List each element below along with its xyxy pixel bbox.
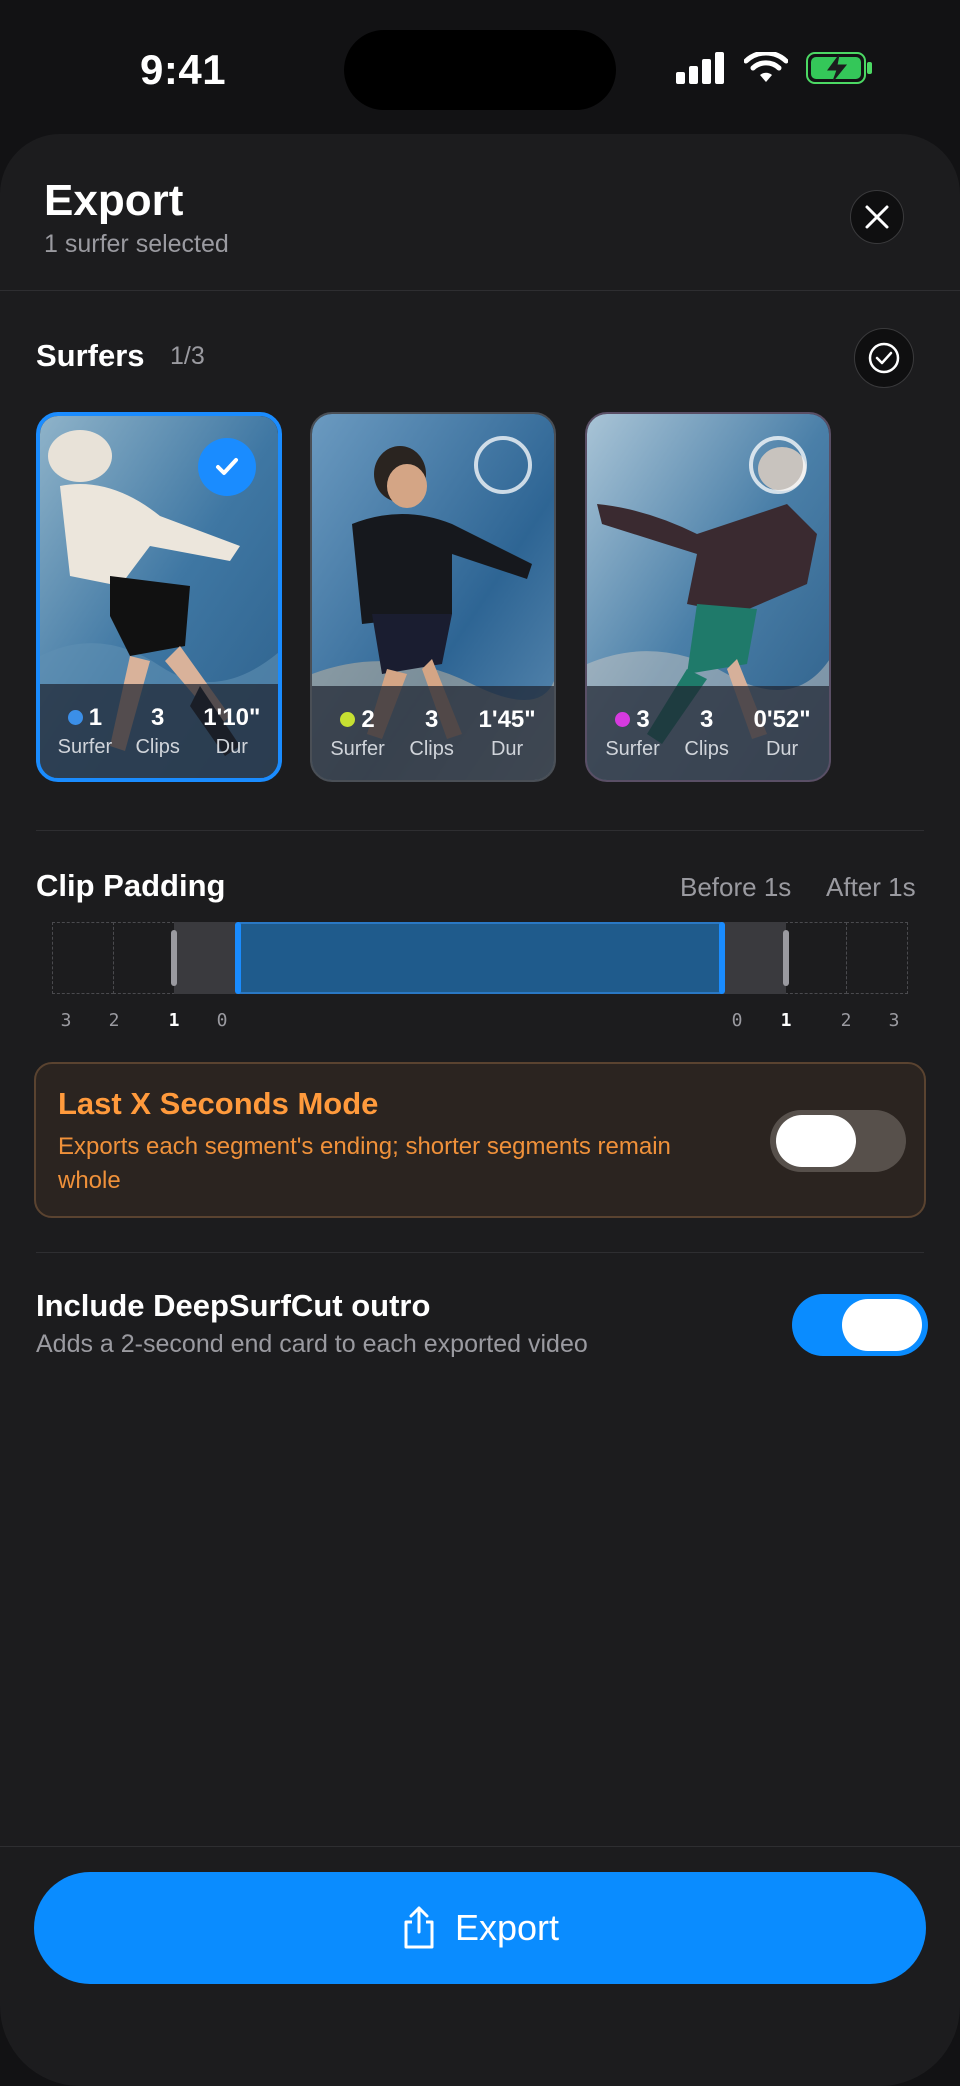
checkmark-circle-icon xyxy=(868,342,900,374)
before-padding-handle[interactable] xyxy=(171,930,177,986)
timeline-slot xyxy=(785,922,847,994)
footer-divider xyxy=(0,1846,960,1847)
timeline-slot xyxy=(113,922,175,994)
status-icons xyxy=(676,52,874,84)
clip-padding-timeline[interactable] xyxy=(52,922,908,996)
clips-value: 3 xyxy=(424,705,439,733)
after-padding-handle[interactable] xyxy=(783,930,789,986)
status-bar: 9:41 xyxy=(0,0,960,140)
outro-title: Include DeepSurfCut outro xyxy=(36,1288,431,1323)
outro-toggle[interactable] xyxy=(792,1294,928,1356)
surfer-color-dot xyxy=(615,712,631,727)
wifi-icon xyxy=(744,52,788,82)
outro-description: Adds a 2-second end card to each exporte… xyxy=(36,1330,588,1358)
select-all-button[interactable] xyxy=(854,328,914,388)
surfer-number-stat: 3 Surfer xyxy=(605,706,659,761)
surfer-color-dot xyxy=(67,710,83,725)
tick-label: 1 xyxy=(168,1010,180,1031)
options-divider xyxy=(36,1252,924,1253)
before-padding-value: Before 1s xyxy=(680,872,792,902)
last-x-seconds-panel: Last X Seconds Mode Exports each segment… xyxy=(34,1062,926,1218)
checkmark-icon xyxy=(216,458,238,475)
surfer-number-label: Surfer xyxy=(57,735,113,758)
duration-value: 0'52" xyxy=(753,705,811,733)
surfers-count: 1/3 xyxy=(170,342,205,370)
clips-stat: 3 Clips xyxy=(409,706,453,761)
surfer-number-label: Surfer xyxy=(605,737,660,760)
tick-label: 0 xyxy=(216,1010,228,1031)
surfer-number: 1 xyxy=(88,703,103,731)
after-padding-value: After 1s xyxy=(826,872,916,902)
battery-charging-icon xyxy=(806,52,872,84)
last-x-seconds-toggle[interactable] xyxy=(770,1110,906,1172)
surfer-card-2[interactable]: 2 Surfer 3 Clips 1'45" Dur xyxy=(310,412,556,782)
sheet-title: Export xyxy=(44,176,184,225)
duration-stat: 1'45" Dur xyxy=(479,706,536,761)
last-x-seconds-title: Last X Seconds Mode xyxy=(58,1086,379,1121)
tick-label: 3 xyxy=(888,1010,900,1031)
clips-stat: 3 Clips xyxy=(684,706,728,761)
surfers-divider xyxy=(36,830,924,831)
selected-check-indicator xyxy=(198,438,256,496)
duration-stat: 1'10" Dur xyxy=(203,704,260,759)
surfer-number-stat: 1 Surfer xyxy=(58,704,112,759)
toggle-knob xyxy=(842,1299,922,1351)
clips-value: 3 xyxy=(150,703,165,731)
toggle-knob xyxy=(776,1115,856,1167)
unselected-circle-indicator xyxy=(749,436,807,494)
duration-value: 1'45" xyxy=(478,705,536,733)
clips-stat: 3 Clips xyxy=(135,704,179,759)
share-icon xyxy=(404,1906,434,1949)
cellular-signal-icon xyxy=(676,52,724,84)
close-button[interactable] xyxy=(850,190,904,244)
header-divider xyxy=(0,290,960,291)
clip-core-region xyxy=(238,922,722,994)
surfer-stats: 3 Surfer 3 Clips 0'52" Dur xyxy=(587,686,829,780)
duration-value: 1'10" xyxy=(203,703,261,731)
tick-label: 0 xyxy=(731,1010,743,1031)
export-button[interactable]: Export xyxy=(34,1872,926,1984)
clip-padding-title: Clip Padding xyxy=(36,868,226,903)
tick-label: 1 xyxy=(780,1010,792,1031)
surfer-number-label: Surfer xyxy=(330,737,385,760)
clip-start-edge xyxy=(235,922,241,994)
surfer-number: 3 xyxy=(636,705,650,733)
duration-label: Dur xyxy=(490,737,524,760)
unselected-circle-indicator xyxy=(474,436,532,494)
surfer-card-1[interactable]: 1 Surfer 3 Clips 1'10" Dur xyxy=(36,412,282,782)
export-button-label: Export xyxy=(454,1907,560,1948)
status-time: 9:41 xyxy=(140,46,227,93)
tick-label: 2 xyxy=(840,1010,852,1031)
timeline-slot xyxy=(52,922,114,994)
surfer-stats: 1 Surfer 3 Clips 1'10" Dur xyxy=(40,684,278,778)
clips-label: Clips xyxy=(135,735,180,758)
dynamic-island xyxy=(344,30,616,110)
surfer-number: 2 xyxy=(361,705,375,733)
close-icon xyxy=(865,205,889,229)
clip-end-edge xyxy=(719,922,725,994)
tick-label: 2 xyxy=(108,1010,120,1031)
surfer-number-stat: 2 Surfer xyxy=(330,706,384,761)
clips-value: 3 xyxy=(699,705,714,733)
selection-subtitle: 1 surfer selected xyxy=(44,230,229,258)
timeline-slot xyxy=(846,922,908,994)
clips-label: Clips xyxy=(684,737,729,760)
before-padding-region xyxy=(174,922,238,994)
surfer-color-dot xyxy=(340,712,356,727)
tick-label: 3 xyxy=(60,1010,72,1031)
surfer-stats: 2 Surfer 3 Clips 1'45" Dur xyxy=(312,686,554,780)
duration-label: Dur xyxy=(215,735,248,758)
duration-label: Dur xyxy=(765,737,799,760)
clips-label: Clips xyxy=(409,737,454,760)
export-sheet: Export 1 surfer selected Surfers 1/3 1 S… xyxy=(0,134,960,2086)
after-padding-region xyxy=(722,922,786,994)
surfers-section-title: Surfers xyxy=(36,338,145,373)
last-x-seconds-description: Exports each segment's ending; shorter s… xyxy=(58,1133,671,1194)
surfer-card-3[interactable]: 3 Surfer 3 Clips 0'52" Dur xyxy=(585,412,831,782)
duration-stat: 0'52" Dur xyxy=(754,706,811,761)
